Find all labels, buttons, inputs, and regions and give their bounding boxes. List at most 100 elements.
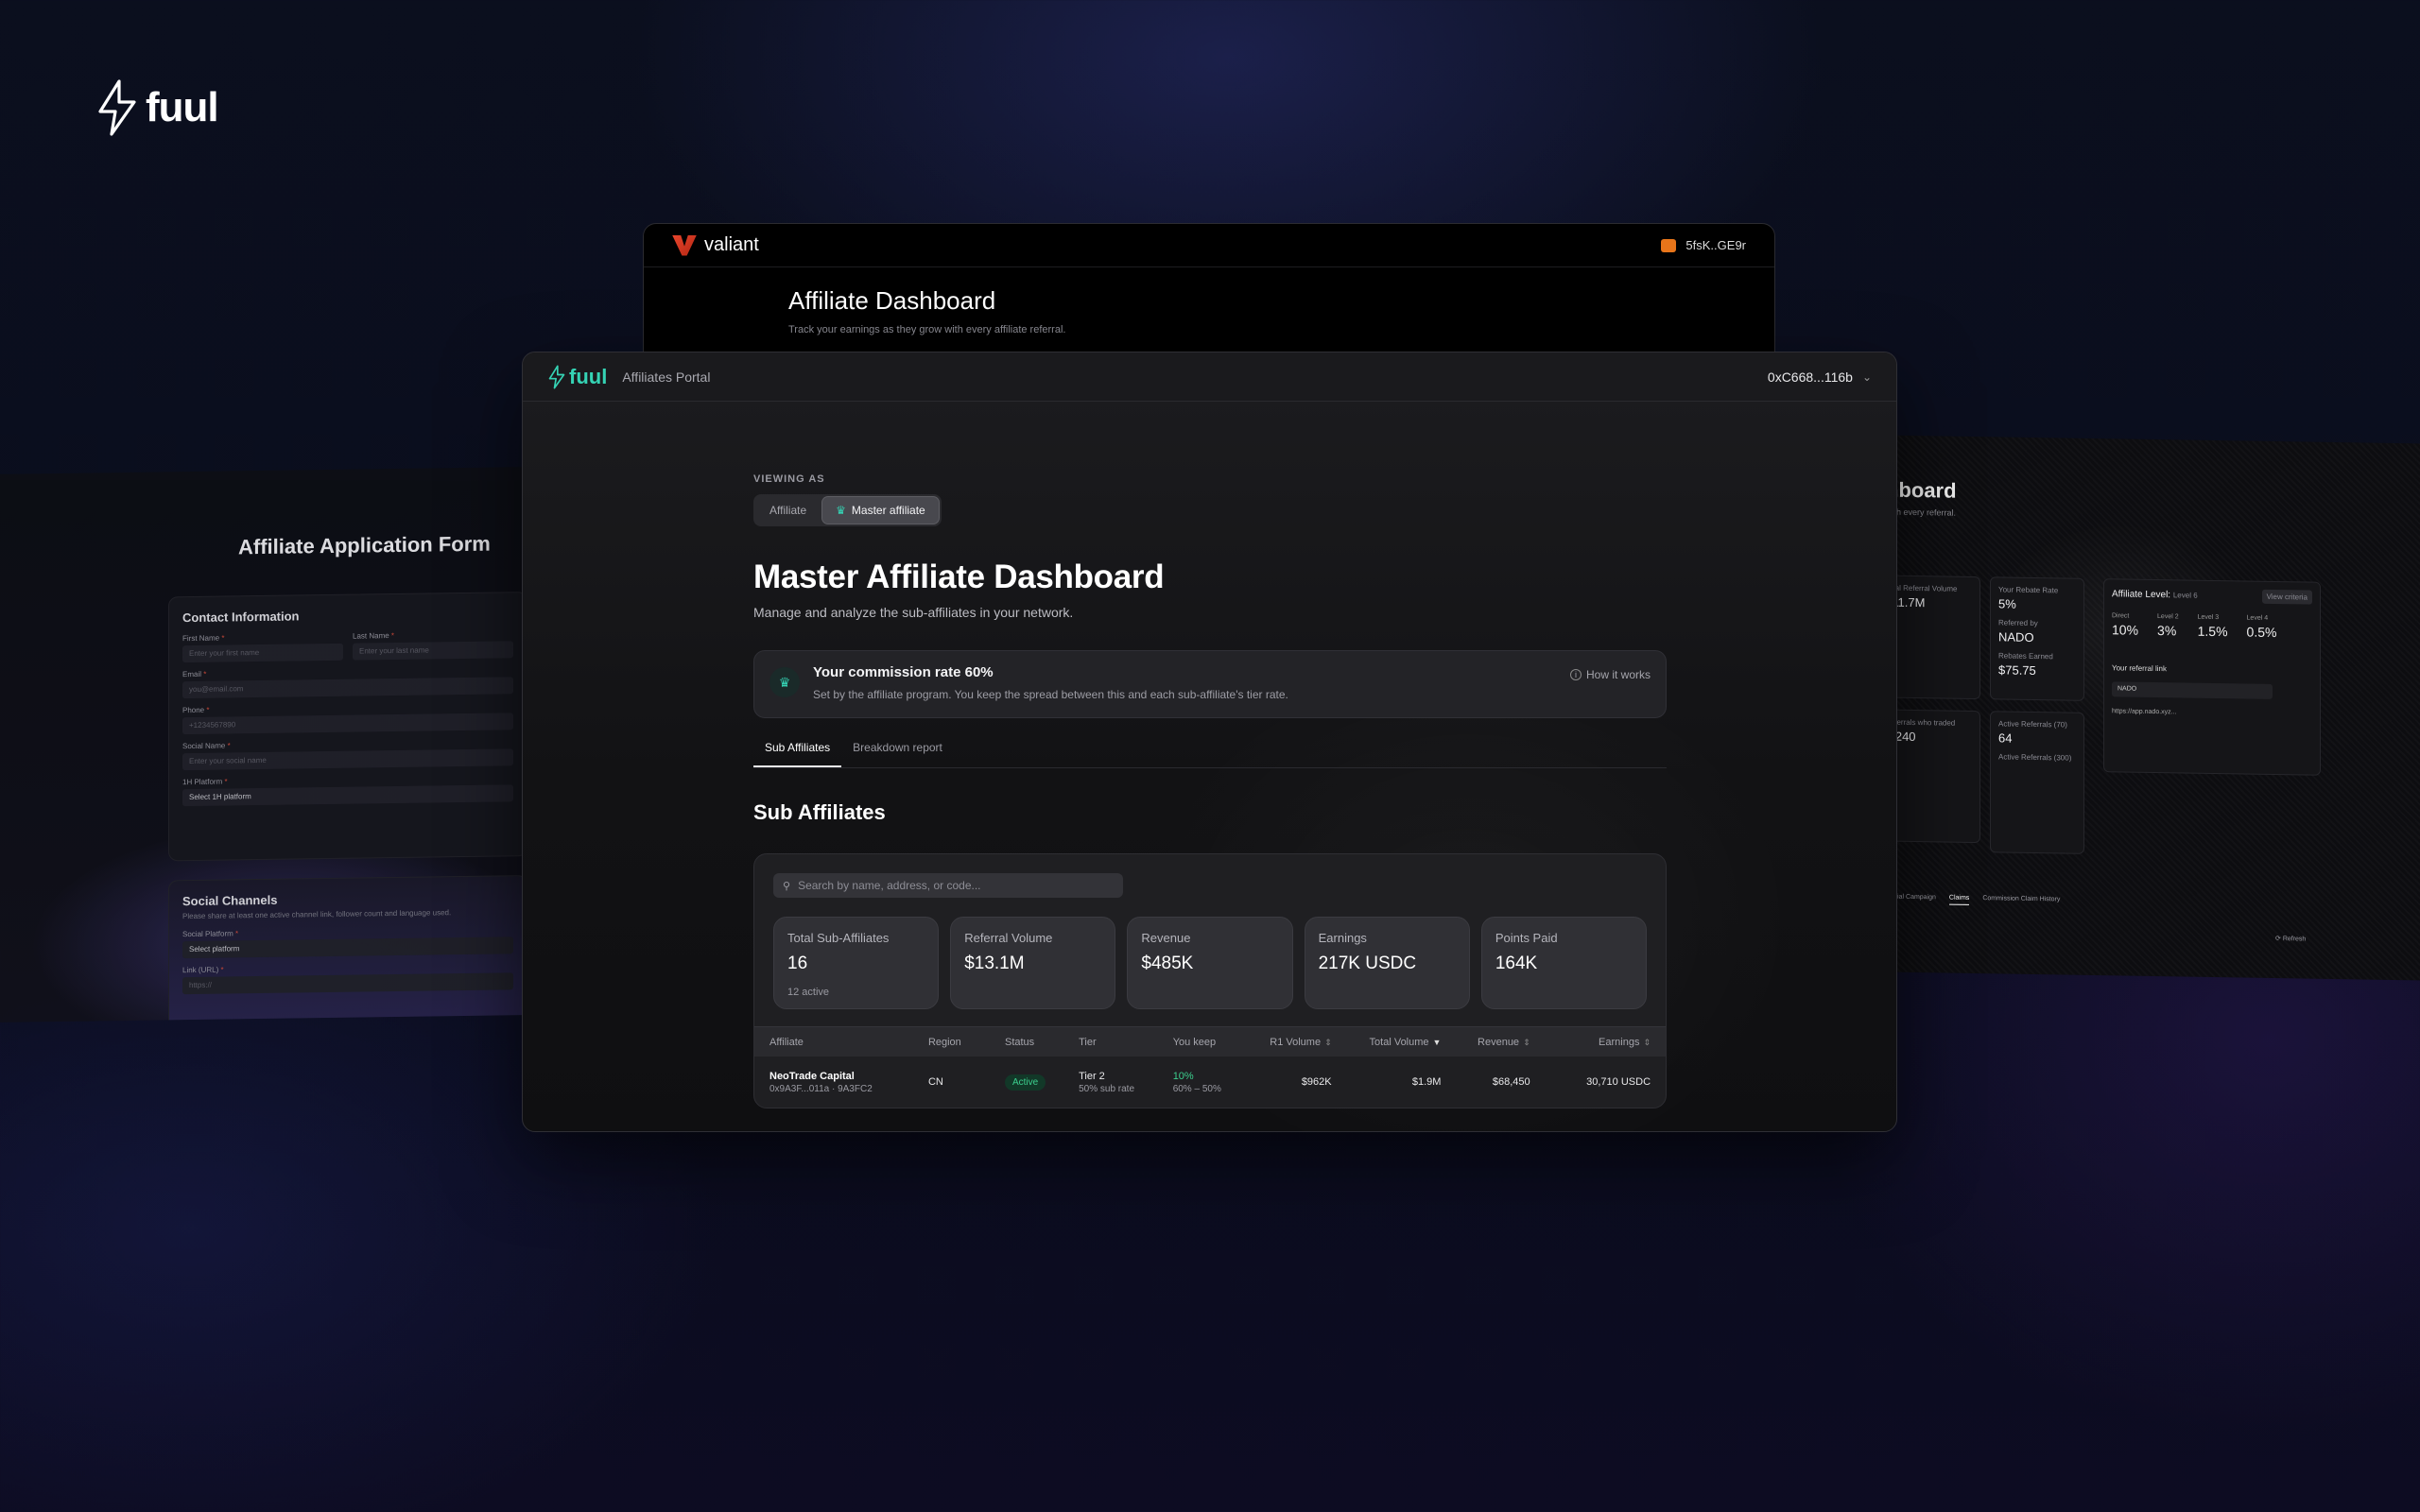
refresh-button[interactable]: ⟳ Refresh [2275, 935, 2306, 943]
sort-icon: ⇕ [1324, 1037, 1332, 1047]
col-region: Region [927, 1036, 961, 1048]
view-criteria-button[interactable]: View criteria [2261, 589, 2312, 605]
status-badge: Active [1004, 1074, 1046, 1091]
affiliate-tier: Tier 2 [1079, 1070, 1105, 1082]
rw-traders-card: Referrals who traded 1,240 [1886, 709, 1980, 844]
valiant-mark-icon [672, 234, 697, 256]
sort-icon: ⇕ [1643, 1037, 1651, 1047]
how-it-works-link[interactable]: i How it works [1569, 668, 1651, 681]
rw-total-referral-card: Total Referral Volume $11.7M [1886, 575, 1980, 700]
fuul-brand-logo: fuul [95, 79, 219, 136]
section-title: Sub Affiliates [753, 800, 886, 824]
col-revenue[interactable]: Revenue ⇕ [1458, 1037, 1548, 1048]
valiant-page-title: Affiliate Dashboard [788, 286, 996, 315]
rw-tab-history[interactable]: Commission Claim History [1982, 895, 2060, 906]
portal-logo[interactable]: fuul [547, 364, 607, 390]
role-master-option[interactable]: ♛ Master affiliate [822, 497, 939, 524]
social-name-field[interactable]: Social Name * Enter your social name [182, 737, 513, 771]
rw-tabs: Social Campaign Claims Commission Claim … [1886, 894, 2060, 907]
social-platform-select[interactable]: Social Platform * Select platform [182, 925, 513, 959]
email-field[interactable]: Email * you@email.com [182, 665, 513, 699]
total-volume-value: $1.9M [1411, 1076, 1442, 1088]
portal-topbar: fuul Affiliates Portal 0xC668...116b ⌄ [523, 352, 1896, 402]
affiliate-region: CN [927, 1076, 943, 1088]
revenue-value: $68,450 [1492, 1076, 1530, 1088]
valiant-logo[interactable]: valiant [672, 234, 759, 256]
phone-field[interactable]: Phone * +1234567890 [182, 701, 513, 735]
page-description: Manage and analyze the sub-affiliates in… [753, 605, 1074, 620]
brand-name: fuul [146, 84, 219, 130]
viewing-as-label: VIEWING AS [753, 473, 825, 485]
contact-heading: Contact Information [182, 609, 300, 626]
search-icon: ⚲ [783, 880, 791, 892]
valiant-page-subtitle: Track your earnings as they grow with ev… [788, 324, 1066, 335]
role-affiliate-option[interactable]: Affiliate [756, 497, 820, 524]
valiant-topbar: valiant 5fsK..GE9r [644, 224, 1774, 267]
search-input[interactable]: ⚲ Search by name, address, or code... [773, 873, 1123, 898]
portal-name: Affiliates Portal [622, 369, 711, 385]
col-tier: Tier [1079, 1036, 1097, 1048]
rw-active-referrals-card: Active Referrals (70) 64 Active Referral… [1990, 711, 2084, 854]
social-heading: Social Channels [182, 892, 278, 909]
form-title: Affiliate Application Form [238, 531, 491, 559]
stat-points-paid: Points Paid 164K [1480, 917, 1648, 1009]
tab-sub-affiliates[interactable]: Sub Affiliates [753, 741, 842, 767]
stats-row: Total Sub-Affiliates 16 12 active Referr… [773, 917, 1648, 1009]
info-icon: i [1569, 669, 1582, 680]
stat-total-sub-affiliates: Total Sub-Affiliates 16 12 active [773, 917, 940, 1009]
affiliates-portal-window: fuul Affiliates Portal 0xC668...116b ⌄ V… [522, 352, 1897, 1132]
col-you-keep: You keep [1172, 1036, 1217, 1048]
contact-card: Contact Information First Name * Enter y… [168, 592, 522, 862]
rw-tab-claims[interactable]: Claims [1948, 894, 1970, 905]
earnings-value: 30,710 USDC [1586, 1076, 1651, 1088]
commission-title: Your commission rate 60% [813, 664, 994, 680]
first-name-field[interactable]: First Name * Enter your first name [182, 632, 343, 663]
col-earnings[interactable]: Earnings ⇕ [1549, 1037, 1651, 1048]
col-affiliate: Affiliate [769, 1036, 804, 1048]
r1-volume-value: $962K [1301, 1076, 1332, 1088]
tab-breakdown-report[interactable]: Breakdown report [841, 741, 954, 767]
last-name-field[interactable]: Last Name * Enter your last name [353, 629, 513, 661]
sort-icon: ⇕ [1523, 1037, 1530, 1047]
social-description: Please share at least one active channel… [182, 908, 452, 921]
you-keep-range: 60% – 50% [1172, 1083, 1221, 1094]
sub-affiliates-panel: ⚲ Search by name, address, or code... To… [753, 853, 1667, 1108]
stat-earnings: Earnings 217K USDC [1304, 917, 1470, 1009]
table-row[interactable]: NeoTrade Capital 0x9A3F...011a · 9A3FC2 … [754, 1057, 1666, 1108]
platform-select[interactable]: 1H Platform * Select 1H platform [182, 773, 513, 807]
tier-rate: 50% sub rate [1079, 1083, 1135, 1094]
rw-levels: Direct 10% Level 2 3% Level 3 1.5% Level 40… [2112, 612, 2277, 641]
col-r1-volume[interactable]: R1 Volume ⇕ [1265, 1037, 1356, 1048]
bolt-icon [548, 365, 565, 388]
page-title: Master Affiliate Dashboard [753, 558, 1165, 595]
you-keep-value: 10% [1172, 1070, 1194, 1082]
referral-dashboard-window: hboard with every referral. Total Referr… [1886, 435, 2420, 981]
fox-wallet-icon [1661, 238, 1677, 252]
affiliate-name: NeoTrade Capital [769, 1070, 855, 1082]
valiant-wallet-button[interactable]: 5fsK..GE9r [1661, 238, 1746, 252]
affiliate-address: 0x9A3F...011a · 9A3FC2 [769, 1083, 873, 1094]
ref-url[interactable]: https://app.nado.xyz... [2112, 708, 2312, 717]
crown-icon: ♛ [836, 504, 846, 517]
table-header: Affiliate Region Status Tier You keep R1… [754, 1026, 1666, 1057]
social-card: Social Channels Please share at least on… [168, 875, 522, 1022]
commission-description: Set by the affiliate program. You keep t… [813, 688, 1288, 701]
url-field[interactable]: Link (URL) * https:// [182, 961, 513, 995]
ref-program-select[interactable]: NADO [2112, 681, 2273, 699]
rw-affiliate-level-card: Affiliate Level: Level 6 View criteria D… [2103, 578, 2321, 776]
rw-rebate-card: Your Rebate Rate 5% Referred by NADO Reb… [1990, 576, 2084, 701]
chevron-down-icon: ⌄ [1861, 369, 1872, 384]
crown-icon: ♛ [769, 667, 800, 697]
stat-revenue: Revenue $485K [1127, 917, 1293, 1009]
stat-referral-volume: Referral Volume $13.1M [950, 917, 1116, 1009]
commission-banner: ♛ Your commission rate 60% Set by the af… [753, 650, 1667, 718]
col-status: Status [1004, 1036, 1035, 1048]
dashboard-tabs: Sub Affiliates Breakdown report [753, 741, 1667, 768]
wallet-dropdown[interactable]: 0xC668...116b ⌄ [1768, 369, 1872, 385]
portal-content: VIEWING AS Affiliate ♛ Master affiliate … [753, 473, 1667, 1108]
bolt-icon [98, 79, 136, 136]
col-total-volume[interactable]: Total Volume ▼ [1357, 1037, 1459, 1048]
role-toggle: Affiliate ♛ Master affiliate [753, 494, 942, 526]
sort-desc-icon: ▼ [1432, 1037, 1442, 1047]
application-form-window: Affiliate Application Form Contact Infor… [0, 467, 522, 1022]
